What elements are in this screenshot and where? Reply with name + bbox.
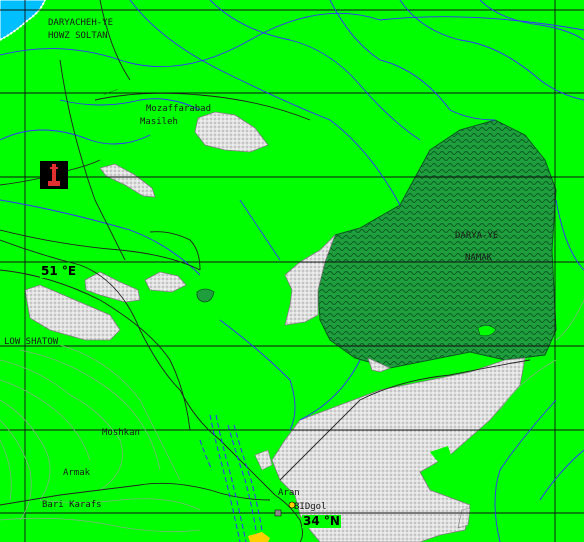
lake-howz-soltan — [0, 0, 46, 41]
longitude-label: 51 °E — [40, 264, 78, 278]
salt-patch-masileh — [194, 111, 269, 153]
map-svg: ~~~~~ — [0, 0, 584, 542]
latitude-label: 34 °N — [302, 514, 341, 528]
tower-icon-glyph — [48, 164, 60, 186]
town-square — [274, 509, 282, 517]
label-moshkan: Moshkan — [102, 428, 140, 438]
label-howz-soltan: HOWZ SOLTAN — [48, 31, 108, 41]
label-aran: Aran — [278, 488, 300, 498]
label-armak: Armak — [63, 468, 91, 478]
map-canvas[interactable]: ~~~~~ DARYACHEH-YE HOWZ SOLTAN Mozaffara… — [0, 0, 584, 542]
label-low-shatow: LOW SHATOW — [4, 337, 59, 347]
label-namak: NAMAK — [465, 253, 493, 263]
tower-icon — [40, 161, 68, 189]
salt-patch-5 — [144, 271, 187, 293]
label-bidgol: BIDgol — [294, 502, 327, 512]
salt-lake-namak — [317, 119, 557, 369]
salt-patch-2 — [99, 163, 156, 198]
canals — [199, 414, 265, 542]
label-darya-ye: DARYA-YE — [455, 231, 499, 241]
label-mozaffarabad: Mozaffarabad — [146, 104, 212, 114]
label-masileh: Masileh — [140, 117, 178, 127]
salt-patch-4 — [84, 271, 141, 303]
label-daryacheh: DARYACHEH-YE — [48, 18, 114, 28]
town-yellow-patch — [248, 532, 270, 542]
label-bari-karafs: Bari Karafs — [42, 500, 102, 510]
